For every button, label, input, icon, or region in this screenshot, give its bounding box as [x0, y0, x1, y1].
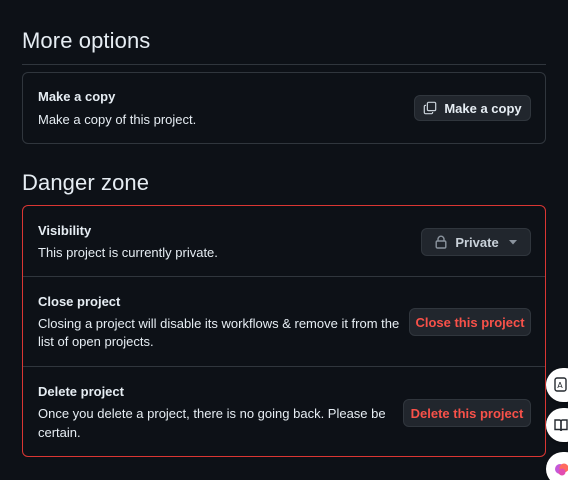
- copy-icon: [423, 101, 437, 115]
- make-copy-button-label: Make a copy: [444, 100, 522, 116]
- more-options-box: Make a copy Make a copy of this project.…: [22, 72, 546, 144]
- delete-project-title: Delete project: [38, 384, 124, 399]
- delete-project-description-line2: certain.: [38, 425, 81, 440]
- delete-project-button[interactable]: Delete this project: [403, 399, 531, 427]
- visibility-dropdown-button[interactable]: Private: [421, 228, 531, 256]
- visibility-description: This project is currently private.: [38, 245, 218, 260]
- reader-tool-button[interactable]: [546, 408, 568, 442]
- close-project-title: Close project: [38, 294, 121, 309]
- make-copy-description: Make a copy of this project.: [38, 112, 197, 127]
- translate-icon: A: [554, 377, 568, 393]
- row-divider: [23, 276, 545, 277]
- caret-down-icon: [508, 239, 517, 245]
- more-options-heading: More options: [22, 28, 151, 53]
- close-project-description-line1: Closing a project will disable its workf…: [38, 316, 400, 331]
- make-copy-title: Make a copy: [38, 89, 116, 104]
- brain-icon: [554, 461, 568, 477]
- danger-zone-heading: Danger zone: [22, 170, 150, 195]
- project-settings-page: More options Make a copy Make a copy of …: [0, 0, 568, 480]
- heading-divider: [22, 64, 546, 65]
- close-project-description-line2: list of open projects.: [38, 334, 154, 349]
- visibility-button-label: Private: [455, 234, 499, 250]
- book-icon: [554, 418, 568, 432]
- svg-text:A: A: [557, 381, 563, 390]
- ai-tool-button[interactable]: [546, 452, 568, 480]
- translate-tool-button[interactable]: A: [546, 368, 568, 402]
- row-divider: [23, 366, 545, 367]
- visibility-title: Visibility: [38, 223, 92, 238]
- delete-project-description-line1: Once you delete a project, there is no g…: [38, 406, 386, 421]
- danger-zone-box: Visibility This project is currently pri…: [22, 205, 546, 457]
- lock-icon: [435, 235, 447, 249]
- make-copy-button[interactable]: Make a copy: [414, 95, 531, 121]
- close-project-button[interactable]: Close this project: [409, 308, 531, 336]
